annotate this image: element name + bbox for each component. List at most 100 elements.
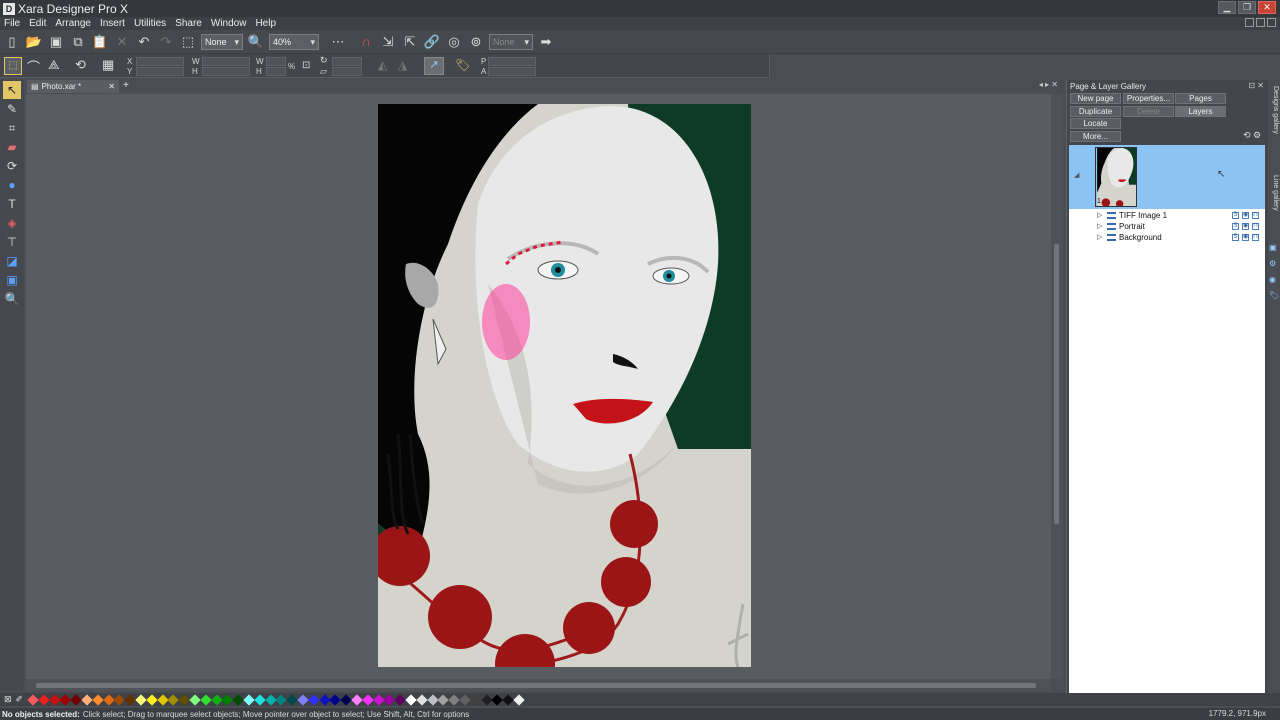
lock-layer-icon[interactable]: ⊓ [1252,212,1259,219]
menu-share[interactable]: Share [175,18,202,29]
quality-dropdown[interactable]: None [201,33,243,50]
width-field[interactable] [202,57,250,66]
page-thumbnail[interactable]: 1 [1095,147,1137,207]
pages-button[interactable]: Pages [1175,93,1226,104]
eraser-tool-icon[interactable]: ▰ [3,138,21,156]
shape-tool-icon[interactable]: ⟳ [3,157,21,175]
paste-icon[interactable]: 📋 [91,33,109,51]
flip-vertical-icon[interactable]: ◮ [398,58,407,72]
visible-layer-icon[interactable]: ◉ [1242,234,1249,241]
zoom-dropdown[interactable]: 40% [269,33,319,50]
color-swatch[interactable] [470,693,482,706]
close-tab-icon[interactable]: ✕ [108,82,115,91]
magnet-icon[interactable]: ∩ [357,33,375,51]
menu-help[interactable]: Help [255,18,276,29]
lock-layer-icon[interactable]: ⊓ [1252,223,1259,230]
flip-horizontal-icon[interactable]: ◭ [378,58,387,72]
text-tool-icon[interactable]: T [3,195,21,213]
gallery-options-icon[interactable]: ⟲ ⚙ [1243,130,1261,141]
document-tab[interactable]: ▤ Photo.xar * ✕ [27,80,119,93]
color-swatch[interactable] [146,693,158,706]
expand-icon[interactable]: ▷ [1097,234,1103,242]
height-field[interactable] [202,67,250,76]
copy-icon[interactable]: ⧉ [69,33,87,51]
export-icon[interactable]: ⇱ [401,33,419,51]
redo-icon[interactable]: ↷ [157,33,175,51]
duplicate-button[interactable]: Duplicate [1070,106,1121,117]
delete-icon[interactable]: ✕ [113,33,131,51]
skew-field[interactable] [332,67,362,76]
tab-nav-icons[interactable]: ◂ ▸ ✕ [1039,80,1058,89]
expand-icon[interactable]: ▷ [1097,223,1103,231]
curve-icon[interactable]: ⌒ [27,57,40,76]
collapse-page-icon[interactable]: ◢ [1074,171,1079,179]
artwork-page[interactable] [378,104,751,667]
disabled-dropdown[interactable]: None [489,33,533,50]
transform-icon[interactable]: ⬚ [179,33,197,51]
horizontal-scroll-thumb[interactable] [36,683,1036,688]
layer-row[interactable]: ▷ TIFF Image 1 S ◉ ⊓ [1069,210,1265,221]
transparency-tool-icon[interactable]: ⊤ [3,233,21,251]
preview-web-icon[interactable]: ◎ [445,33,463,51]
lock-aspect-icon[interactable]: ⊡ [302,60,310,71]
select-layer-icon[interactable]: S [1232,212,1239,219]
layer-row[interactable]: ▷ Portrait S ◉ ⊓ [1069,221,1265,232]
link-icon[interactable]: 🔗 [423,33,441,51]
delete-button[interactable]: Delete [1123,106,1174,117]
color-swatch[interactable] [308,693,320,706]
pen-tool-icon[interactable]: ✎ [3,100,21,118]
gallery-pin-close-icons[interactable]: ⊡ ✕ [1248,81,1264,90]
save-icon[interactable]: ▣ [47,33,65,51]
x-field[interactable] [136,57,184,66]
select-layer-icon[interactable]: S [1232,234,1239,241]
extrude-tool-icon[interactable]: ▣ [3,271,21,289]
undo-icon[interactable]: ↶ [135,33,153,51]
color-swatch[interactable] [362,693,374,706]
new-document-icon[interactable]: ▯ [3,33,21,51]
properties-button[interactable]: Properties... [1123,93,1174,104]
close-button[interactable]: ✕ [1258,1,1276,14]
color-swatch[interactable] [254,693,266,706]
forward-arrow-icon[interactable]: ➡ [537,33,555,51]
zoom-icon[interactable]: 🔍 [247,33,265,51]
doc-minimize-button[interactable] [1245,18,1254,27]
fill-handle-icon[interactable]: ⟁ [48,57,60,73]
restore-button[interactable]: ❐ [1238,1,1256,14]
side-gallery-icons[interactable]: ▣ ⚙ ◉ 🏷 [1269,240,1279,304]
color-swatch[interactable] [200,693,212,706]
a-field[interactable] [488,67,536,76]
color-swatch[interactable] [416,693,428,706]
horizontal-scrollbar[interactable] [26,679,1051,691]
rotate-handles-icon[interactable]: ⟲ [75,57,86,73]
crop-tool-icon[interactable]: ⌗ [3,119,21,137]
rotate-icon[interactable]: ↻ [320,55,328,66]
shadow-tool-icon[interactable]: ◪ [3,252,21,270]
designs-gallery-tab[interactable]: Designs gallery [1269,86,1279,134]
color-swatch[interactable] [513,693,525,706]
rotate-field[interactable] [332,57,362,66]
zoom-tool-icon[interactable]: 🔍 [3,290,21,308]
page-row[interactable]: ◢ 1 ↖ [1069,145,1265,209]
more-button[interactable]: More... [1070,131,1121,142]
menu-edit[interactable]: Edit [29,18,46,29]
menu-window[interactable]: Window [211,18,247,29]
transform-fills-icon[interactable]: ↗ [424,57,444,75]
fill-tool-icon[interactable]: ◈ [3,214,21,232]
doc-restore-button[interactable] [1256,18,1265,27]
minimize-button[interactable]: ▁ [1218,1,1236,14]
y-field[interactable] [136,67,184,76]
doc-close-button[interactable] [1267,18,1276,27]
p-field[interactable] [488,57,536,66]
snap-grid-icon[interactable]: ⋯ [323,33,353,51]
locate-button[interactable]: Locate [1070,118,1121,129]
import-icon[interactable]: ⇲ [379,33,397,51]
line-gallery-tab[interactable]: Line gallery [1269,175,1279,211]
open-icon[interactable]: 📂 [25,33,43,51]
no-color-icon[interactable]: ⊠ [4,694,12,705]
expand-icon[interactable]: ▷ [1097,212,1103,220]
ellipse-tool-icon[interactable]: ● [3,176,21,194]
publish-web-icon[interactable]: ⊚ [467,33,485,51]
vertical-scrollbar[interactable] [1051,94,1063,679]
menu-file[interactable]: File [4,18,20,29]
visible-layer-icon[interactable]: ◉ [1242,223,1249,230]
